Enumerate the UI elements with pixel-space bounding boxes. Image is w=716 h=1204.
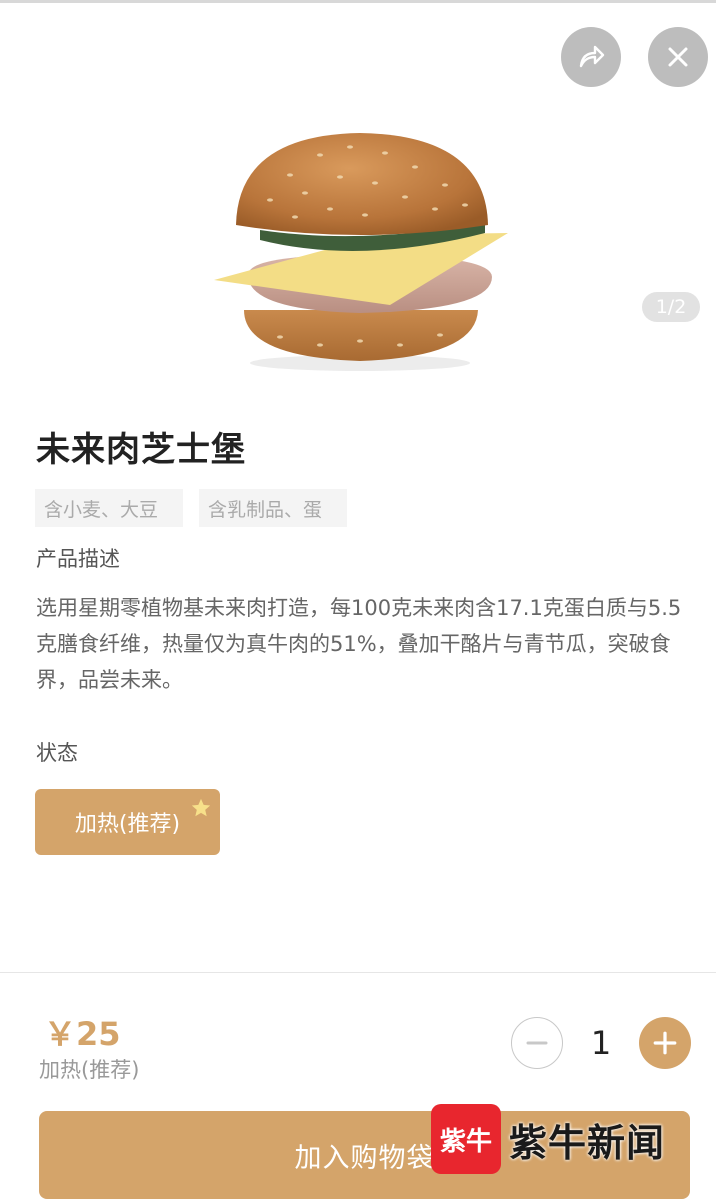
- image-counter: 1/2: [642, 292, 700, 322]
- description-heading: 产品描述: [36, 547, 120, 571]
- allergen-tag: 含小麦、大豆: [35, 489, 183, 527]
- top-border: [0, 0, 716, 3]
- status-heading: 状态: [36, 741, 78, 765]
- decrease-quantity-button[interactable]: [511, 1017, 563, 1069]
- allergen-tag: 含乳制品、蛋: [199, 489, 347, 527]
- star-icon: [191, 798, 211, 817]
- watermark-text: 紫牛新闻: [509, 1119, 666, 1165]
- watermark: 紫牛 紫牛新闻: [431, 1104, 665, 1174]
- minus-icon: [526, 1041, 548, 1045]
- footer-divider: [0, 972, 716, 973]
- quantity-value: 1: [590, 1024, 612, 1062]
- add-to-cart-label: 加入购物袋: [294, 1142, 435, 1174]
- close-button[interactable]: [648, 27, 708, 87]
- watermark-logo: 紫牛: [431, 1104, 501, 1174]
- selected-variant: 加热(推荐): [39, 1058, 140, 1082]
- product-description: 选用星期零植物基未来肉打造，每100克未来肉含17.1克蛋白质与5.5克膳食纤维…: [36, 596, 682, 692]
- plus-icon: [653, 1031, 677, 1055]
- increase-quantity-button[interactable]: [639, 1017, 691, 1069]
- close-icon: [668, 47, 688, 67]
- option-heated-button[interactable]: 加热(推荐): [35, 789, 220, 855]
- share-button[interactable]: [561, 27, 621, 87]
- price: ￥25: [44, 1015, 121, 1053]
- share-icon: [579, 45, 605, 68]
- product-title: 未来肉芝士堡: [36, 430, 246, 470]
- option-label: 加热(推荐): [74, 812, 181, 837]
- product-image[interactable]: [200, 105, 520, 375]
